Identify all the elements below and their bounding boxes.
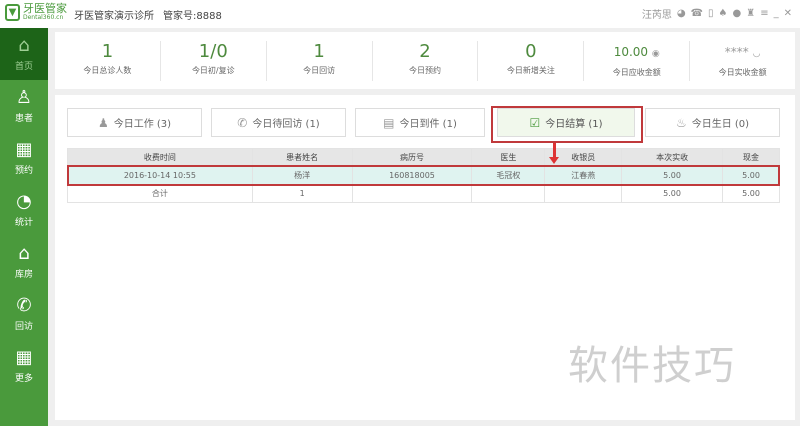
title-bar: ▼ 牙医管家 Dental360.cn 牙医管家演示诊所 管家号:8888 汪芮思… [0, 0, 800, 28]
stat-value: 1/0 [198, 40, 228, 62]
stat-value: 1 [313, 40, 325, 62]
sidebar-label: 库房 [14, 270, 33, 280]
user-name[interactable]: 汪芮思 [642, 6, 672, 21]
person-icon: ♙ [15, 87, 33, 108]
eye-closed-icon[interactable]: ◡ [753, 49, 761, 59]
cell: 合计 [67, 184, 253, 203]
stat-label: 今日应收金额 [612, 67, 661, 77]
tab-label: 今日待回访 (1) [252, 119, 320, 130]
tab-today-birthday[interactable]: ♨ 今日生日 (0) [645, 108, 780, 137]
tab-today-followup[interactable]: ✆ 今日待回访 (1) [211, 108, 346, 137]
table-total-row: 合计 1 5.00 5.00 [67, 184, 780, 203]
mobile-icon[interactable]: ▯ [708, 8, 714, 19]
help-icon[interactable]: ● [733, 8, 742, 19]
close-icon[interactable]: ✕ [784, 8, 792, 19]
tab-today-parts[interactable]: ▤ 今日到件 (1) [355, 108, 485, 137]
row-highlight-box [67, 165, 780, 186]
stat-label: 今日新增关注 [506, 65, 555, 75]
shirt-icon[interactable]: ♜ [746, 8, 755, 19]
header-record-no: 病历号 [351, 148, 473, 167]
sidebar-item-more[interactable]: ▦ 更多 [0, 340, 48, 392]
header-patient: 患者姓名 [251, 148, 353, 167]
sidebar-label: 首页 [14, 62, 33, 72]
stat-appointments[interactable]: 2 今日预约 [373, 40, 479, 81]
highlight-box [491, 106, 643, 143]
account-number: 管家号:8888 [163, 11, 222, 22]
header-time: 收费时间 [67, 148, 253, 167]
logo-text: 牙医管家 [23, 2, 67, 15]
sidebar: ⌂ 首页 ♙ 患者 ▦ 预约 ◔ 统计 ⌂ 库房 ✆ 回访 ▦ 更多 [0, 28, 48, 426]
stat-receivable[interactable]: 10.00 ◉ 今日应收金额 [584, 40, 691, 81]
stat-value: 1 [101, 40, 114, 62]
stat-label: 今日实收金额 [718, 67, 767, 77]
sidebar-item-appointments[interactable]: ▦ 预约 [0, 132, 48, 184]
annotation-arrow-head [549, 157, 559, 164]
tab-label: 今日到件 (1) [399, 119, 457, 130]
cell [351, 184, 473, 203]
stat-new-followers[interactable]: 0 今日新增关注 [478, 40, 585, 81]
minimize-icon[interactable]: _ [774, 8, 779, 19]
header-received: 本次实收 [621, 148, 723, 167]
pie-chart-icon: ◔ [16, 191, 32, 212]
stat-label: 今日总诊人数 [83, 65, 132, 75]
watermark: 软件技巧 [568, 343, 736, 389]
header-doctor: 医生 [471, 148, 546, 167]
bell-icon[interactable]: ♠ [719, 8, 728, 19]
table-header: 收费时间 患者姓名 病历号 医生 收银员 本次实收 现金 [67, 148, 780, 167]
cell: 1 [251, 184, 353, 203]
logo-sub: Dental360.cn [23, 14, 64, 21]
wechat-icon[interactable]: ◕ [677, 8, 686, 19]
phone-icon: ✆ [16, 295, 32, 316]
clinic-name: 牙医管家演示诊所 [74, 11, 154, 22]
menu-icon[interactable]: ≡ [760, 8, 768, 19]
sidebar-item-followup[interactable]: ✆ 回访 [0, 288, 48, 340]
sidebar-label: 更多 [14, 374, 33, 384]
cake-icon: ♨ [675, 115, 687, 130]
sidebar-label: 统计 [14, 218, 33, 228]
calendar-icon: ▦ [15, 139, 33, 160]
stat-followups[interactable]: 1 今日回访 [267, 40, 373, 81]
cell: 5.00 [722, 184, 780, 203]
stat-value: 2 [419, 40, 431, 62]
stat-value: 0 [525, 40, 537, 62]
tab-label: 今日生日 (0) [691, 119, 750, 130]
tooth-icon: ▼ [5, 3, 20, 21]
home-icon: ⌂ [18, 35, 30, 56]
header-cash: 现金 [722, 148, 780, 167]
eye-icon[interactable]: ◉ [652, 49, 660, 59]
stat-value: **** [724, 44, 749, 59]
warehouse-icon: ⌂ [18, 243, 30, 264]
grid-icon: ▦ [15, 347, 33, 368]
stat-label: 今日预约 [409, 65, 441, 75]
stats-bar: 1 今日总诊人数 1/0 今日初/复诊 1 今日回访 2 今日预约 0 今日新增关注 10… [55, 32, 795, 89]
sidebar-label: 预约 [14, 166, 33, 176]
sidebar-label: 回访 [14, 322, 33, 332]
stat-label: 今日初/复诊 [191, 65, 235, 75]
stat-first-return[interactable]: 1/0 今日初/复诊 [161, 40, 267, 81]
phone-icon: ✆ [237, 115, 248, 130]
sidebar-item-patients[interactable]: ♙ 患者 [0, 80, 48, 132]
cell: 5.00 [621, 184, 723, 203]
stat-label: 今日回访 [303, 65, 336, 75]
tab-label: 今日工作 (3) [113, 119, 172, 130]
sidebar-label: 患者 [14, 114, 33, 124]
sidebar-item-home[interactable]: ⌂ 首页 [0, 28, 48, 80]
sidebar-item-warehouse[interactable]: ⌂ 库房 [0, 236, 48, 288]
stat-value: 10.00 [613, 44, 649, 59]
logo: ▼ 牙医管家 Dental360.cn [5, 3, 67, 21]
box-icon: ▤ [383, 115, 395, 130]
stat-received[interactable]: **** ◡ 今日实收金额 [690, 41, 795, 81]
phone-icon[interactable]: ☎ [691, 8, 703, 19]
sidebar-item-stats[interactable]: ◔ 统计 [0, 184, 48, 236]
people-icon: ♟ [97, 115, 109, 130]
tab-today-work[interactable]: ♟ 今日工作 (3) [67, 108, 202, 137]
cell [544, 184, 623, 203]
stat-total-patients[interactable]: 1 今日总诊人数 [55, 40, 161, 81]
cell [471, 184, 546, 203]
